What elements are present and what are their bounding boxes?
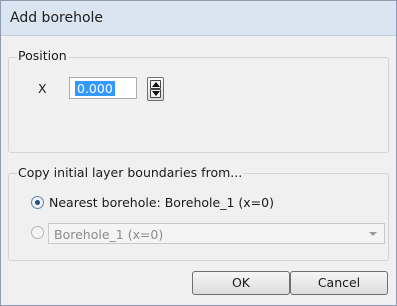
ok-button[interactable]: OK: [192, 271, 290, 295]
copy-boundaries-legend: Copy initial layer boundaries from...: [17, 165, 245, 180]
chevron-down-icon: [369, 232, 377, 236]
spin-up-button[interactable]: [150, 80, 161, 89]
arrow-up-icon: [152, 82, 160, 87]
dialog-title: Add borehole: [10, 10, 104, 26]
cancel-button-label: Cancel: [317, 275, 361, 290]
position-group-legend: Position: [17, 48, 69, 63]
position-group: [8, 57, 389, 153]
copy-boundaries-group: [8, 173, 389, 261]
x-input[interactable]: 0.000: [69, 77, 137, 99]
title-bar[interactable]: Add borehole: [1, 1, 396, 36]
arrow-down-icon: [152, 91, 160, 96]
x-spinner[interactable]: [147, 77, 164, 101]
x-label: X: [38, 81, 47, 96]
spin-down-button[interactable]: [150, 89, 161, 98]
borehole-select-value: Borehole_1 (x=0): [54, 227, 164, 242]
other-borehole-radio[interactable]: [31, 226, 44, 239]
radio-selected-dot: [35, 200, 40, 205]
nearest-borehole-radio[interactable]: [31, 196, 44, 209]
borehole-select[interactable]: Borehole_1 (x=0): [48, 223, 385, 244]
nearest-borehole-label[interactable]: Nearest borehole: Borehole_1 (x=0): [49, 195, 274, 210]
ok-button-label: OK: [231, 275, 251, 290]
add-borehole-dialog: Add borehole Position X 0.000 Copy initi…: [0, 0, 397, 306]
cancel-button[interactable]: Cancel: [290, 271, 388, 295]
x-input-value: 0.000: [75, 81, 115, 96]
